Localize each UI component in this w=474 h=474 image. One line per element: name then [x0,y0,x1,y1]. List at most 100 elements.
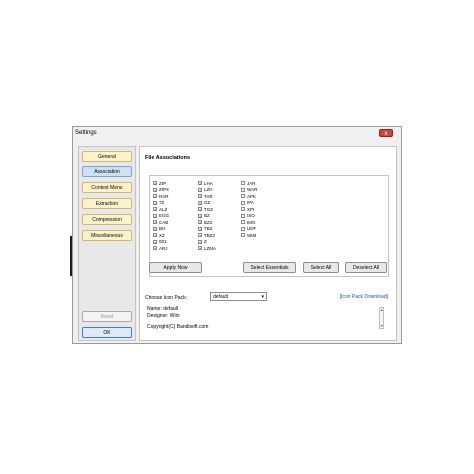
extension-label: GZ [204,200,211,206]
checkbox-unchecked[interactable] [241,213,245,218]
checkbox-checked[interactable]: ✓ [153,239,157,244]
checkbox-checked[interactable]: ✓ [153,246,157,251]
icon-pack-download-link[interactable]: [Icon Pack Download] [340,294,388,300]
association-checkbox-row[interactable]: ✓ CAB [153,219,169,226]
checkbox-unchecked[interactable] [241,187,245,192]
checkbox-checked[interactable]: ✓ [198,246,202,251]
extension-column-2: ✓ LHA ✓ LZH ✓ TAR ✓ GZ ✓ TGZ ✓ BZ ✓ BZ2 ✓ TBZ ✓ TBZ2 ✓ Z ✓ LZ… [198,180,216,252]
icon-pack-name: Name: default [147,306,179,312]
checkbox-unchecked[interactable] [241,233,245,238]
extension-label: APK [247,193,257,199]
extension-label: EGG [159,213,170,219]
checkbox-checked[interactable]: ✓ [153,194,157,199]
extension-column-3: JAR WAR APK IPA XPI ISO IMG UDF WIM [241,180,257,239]
sidebar-item-context-menu[interactable]: Context Menu [82,182,132,193]
extension-label: XZ [159,232,165,238]
sidebar-item-general[interactable]: General [82,151,132,162]
checkbox-checked[interactable]: ✓ [198,200,202,205]
extension-label: TGZ [204,206,213,212]
checkbox-unchecked[interactable] [241,207,245,212]
apply-now-button[interactable]: Apply Now [149,262,202,273]
window-title: Settings [75,130,97,136]
extension-label: ZIPX [159,187,170,193]
checkbox-unchecked[interactable] [241,194,245,199]
close-button[interactable]: x [379,129,393,137]
association-checkbox-row[interactable]: ✓ ALZ [153,206,169,213]
extension-label: TBZ2 [204,232,216,238]
extension-label: RAR [159,193,169,199]
icon-pack-info: Name: default Designer: Wiin Copyright(C… [145,303,388,335]
association-checkbox-row[interactable]: WIM [241,232,257,239]
checkbox-checked[interactable]: ✓ [153,213,157,218]
association-checkbox-row[interactable]: ✓ TBZ2 [198,232,216,239]
checkbox-checked[interactable]: ✓ [198,213,202,218]
checkbox-unchecked[interactable] [241,220,245,225]
association-checkbox-row[interactable]: ✓ ZIPX [153,187,169,194]
checkbox-checked[interactable]: ✓ [153,187,157,192]
extension-column-1: ✓ ZIP ✓ ZIPX ✓ RAR ✓ 7Z ✓ ALZ ✓ EGG ✓ CAB ✓ BH ✓ XZ ✓ 001 ✓ A… [153,180,169,252]
reset-button[interactable]: Reset [82,311,132,322]
checkbox-checked[interactable]: ✓ [153,226,157,231]
extension-label: WAR [247,187,258,193]
checkbox-checked[interactable]: ✓ [198,181,202,186]
checkbox-checked[interactable]: ✓ [198,194,202,199]
checkbox-unchecked[interactable] [241,226,245,231]
extension-label: IMG [247,219,256,225]
chevron-down-icon: ▾ [261,294,264,300]
section-title: File Associations [145,155,191,161]
extension-label: JAR [247,180,256,186]
scroll-down-icon[interactable]: ▼ [380,324,383,328]
select-essentials-button[interactable]: Select Essentials [243,262,296,273]
sidebar-item-extraction[interactable]: Extraction [82,198,132,209]
sidebar-item-association[interactable]: Association [82,166,132,177]
checkbox-checked[interactable]: ✓ [198,226,202,231]
icon-pack-select[interactable]: default ▾ [210,292,267,301]
extension-label: ALZ [159,206,168,212]
extension-label: UDF [247,226,257,232]
association-panel: File Associations ✓ ZIP ✓ ZIPX ✓ RAR ✓ 7Z ✓ ALZ ✓ E… [139,146,397,341]
sidebar: General Association Context Menu Extract… [78,146,136,341]
extension-label: ARJ [159,245,168,251]
extension-label: BZ [204,213,210,219]
extension-label: CAB [159,219,169,225]
checkbox-checked[interactable]: ✓ [153,200,157,205]
checkbox-unchecked[interactable] [241,200,245,205]
icon-pack-designer: Designer: Wiin [147,313,180,319]
settings-window: Settings x General Association Context M… [72,126,402,344]
checkbox-checked[interactable]: ✓ [198,207,202,212]
scroll-up-icon[interactable]: ▲ [380,308,383,312]
extension-label: IPA [247,200,254,206]
deselect-all-button[interactable]: Deselect All [345,262,387,273]
checkbox-checked[interactable]: ✓ [198,187,202,192]
association-checkbox-row[interactable]: ✓ LZMA [198,245,216,252]
icon-pack-selected-value: default [213,294,229,300]
extension-label: LZH [204,187,213,193]
ok-button[interactable]: OK [82,327,132,338]
association-checkbox-row[interactable]: ✓ EGG [153,213,169,220]
extension-label: 7Z [159,200,165,206]
select-all-button[interactable]: Select All [303,262,339,273]
extension-label: TAR [204,193,213,199]
title-bar[interactable]: Settings x [73,127,401,141]
extension-label: BZ2 [204,219,213,225]
info-scrollbar[interactable]: ▲ ▼ [379,307,384,329]
extension-label: XPI [247,206,255,212]
extension-label: LHA [204,180,213,186]
sidebar-item-miscellaneous[interactable]: Miscellaneous [82,230,132,241]
checkbox-checked[interactable]: ✓ [153,207,157,212]
checkbox-checked[interactable]: ✓ [198,233,202,238]
extension-label: ISO [247,213,255,219]
checkbox-checked[interactable]: ✓ [153,233,157,238]
checkbox-unchecked[interactable] [241,181,245,186]
checkbox-checked[interactable]: ✓ [198,239,202,244]
association-checkbox-row[interactable]: ✓ ARJ [153,245,169,252]
checkbox-checked[interactable]: ✓ [153,181,157,186]
extension-label: WIM [247,232,257,238]
icon-pack-label: Choose Icon Pack: [145,295,187,301]
extension-label: 001 [159,239,167,245]
extension-label: ZIP [159,180,167,186]
sidebar-item-compression[interactable]: Compression [82,214,132,225]
checkbox-checked[interactable]: ✓ [198,220,202,225]
association-checkbox-row[interactable]: ✓ RAR [153,193,169,200]
checkbox-checked[interactable]: ✓ [153,220,157,225]
